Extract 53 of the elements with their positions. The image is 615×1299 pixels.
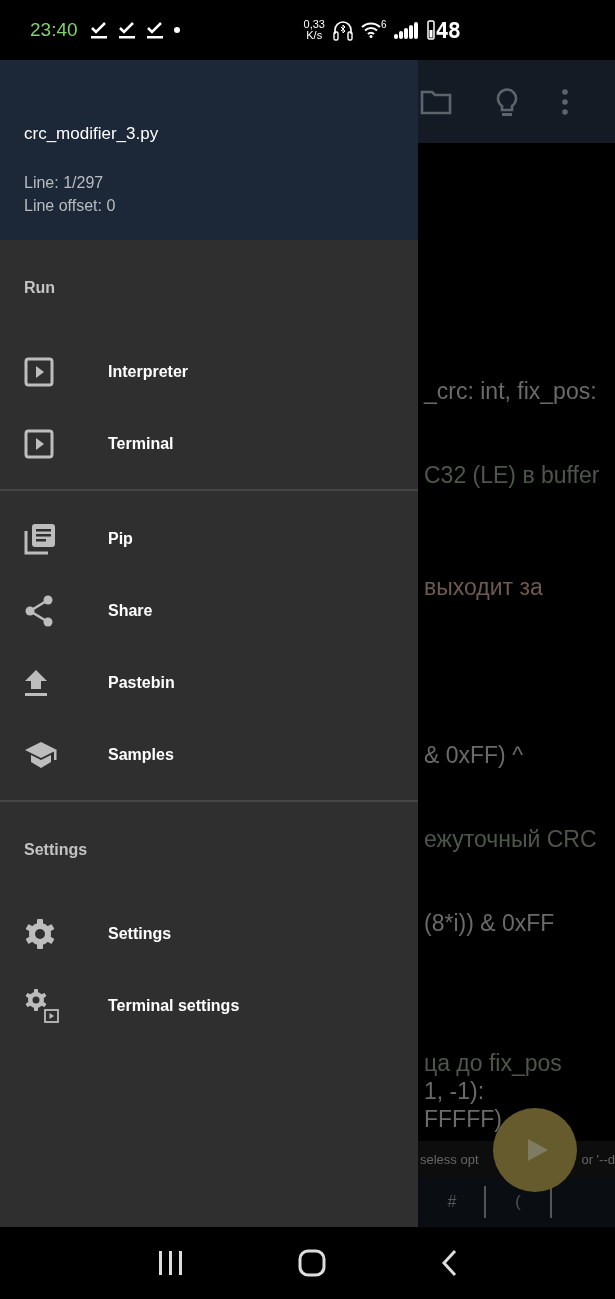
clock-time: 23:40 <box>30 19 78 41</box>
bluetooth-headphones-icon <box>331 19 354 41</box>
play-icon <box>527 1138 549 1162</box>
lint-message: seless opt <box>420 1151 479 1167</box>
battery-icon <box>426 20 435 40</box>
code-line: 1, -1): <box>424 1077 486 1105</box>
drawer-menu-item[interactable]: Pip <box>0 503 418 575</box>
drawer-menu-item[interactable]: Terminal <box>0 408 418 480</box>
code-line: (8*i)) & 0xFF <box>424 909 556 937</box>
library-books-icon <box>24 523 56 555</box>
code-line: ца до fix_pos <box>424 1049 563 1077</box>
code-line: FFFFF) <box>424 1105 503 1133</box>
drawer-menu-item[interactable]: Interpreter <box>0 336 418 408</box>
network-speed-unit: K/s <box>306 30 323 41</box>
share-icon <box>24 595 54 627</box>
home-icon[interactable] <box>298 1249 327 1277</box>
more-options-icon[interactable] <box>562 88 568 115</box>
line-info: Line: 1/297 <box>24 173 105 193</box>
folder-icon[interactable] <box>420 88 452 115</box>
line-offset-info: Line offset: 0 <box>24 196 117 216</box>
code-line: & 0xFF) ^ <box>424 741 524 769</box>
upload-icon <box>24 669 48 697</box>
terminal-settings-icon <box>24 988 60 1024</box>
battery-percent: 48 <box>435 17 460 43</box>
code-editor[interactable]: _crc: int, fix_pos: C32 (LE) в buffer выходит за & 0xFF) ^ ежуточный CRC (8*i)) & 0xFF ца до fix_pos 1, -1): FFFFF) <box>418 143 615 1141</box>
lightbulb-icon[interactable] <box>496 86 518 117</box>
notification-dot-icon <box>173 27 180 33</box>
drawer-menu-item[interactable]: Samples <box>0 719 418 791</box>
settings-icon <box>24 918 56 950</box>
code-line: ежуточный CRC <box>424 825 598 853</box>
drawer-menu-item[interactable]: Share <box>0 575 418 647</box>
wifi-label: 6 <box>380 19 387 30</box>
signal-icon <box>393 21 420 39</box>
graduation-cap-icon <box>24 741 58 769</box>
checkmark-notification-icon <box>89 21 108 39</box>
file-name: crc_modifier_3.py <box>24 124 160 144</box>
play-box-icon <box>24 429 54 459</box>
section-header: Run <box>23 278 57 298</box>
checkmark-notification-icon <box>117 21 136 39</box>
drawer-menu-item[interactable]: Terminal settings <box>0 970 418 1042</box>
code-line: _crc: int, fix_pos: <box>424 377 598 405</box>
recent-apps-icon[interactable] <box>156 1250 185 1276</box>
code-line: C32 (LE) в buffer <box>424 461 601 489</box>
back-icon[interactable] <box>440 1249 459 1277</box>
checkmark-notification-icon <box>145 21 164 39</box>
drawer-menu-item[interactable]: Pastebin <box>0 647 418 719</box>
wifi-icon <box>360 22 381 38</box>
network-speed: 0,33 <box>303 19 325 30</box>
section-header: Settings <box>23 840 89 860</box>
play-box-icon <box>24 357 54 387</box>
drawer-menu-item[interactable]: Settings <box>0 898 418 970</box>
code-line: выходит за <box>424 573 544 601</box>
lint-message: or '--d <box>581 1151 615 1167</box>
